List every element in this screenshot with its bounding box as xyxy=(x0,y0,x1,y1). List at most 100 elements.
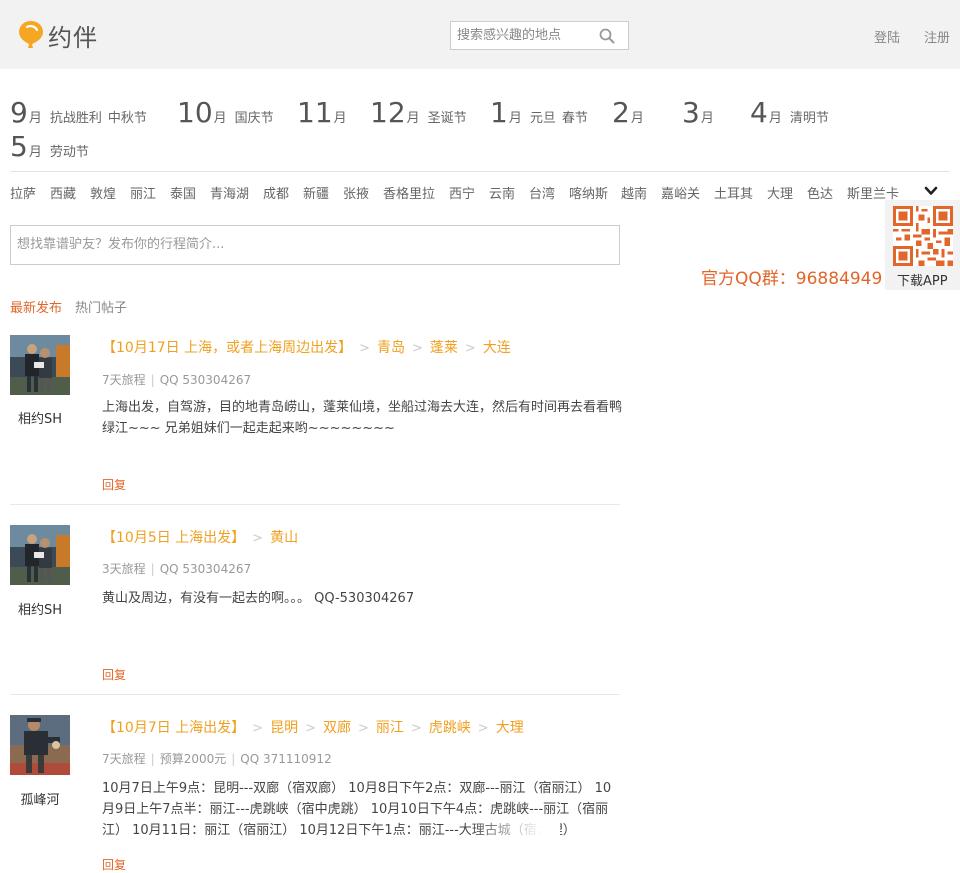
destination-link[interactable]: 嘉峪关 xyxy=(661,183,700,202)
reply-button[interactable]: 回复 xyxy=(102,476,126,493)
chevron-right-icon: > xyxy=(477,721,489,736)
festival-label[interactable]: 劳动节 xyxy=(50,145,89,160)
month-number: 11 xyxy=(297,96,333,129)
trip-meta: 7天旅程 | QQ 530304267 xyxy=(102,371,251,388)
destination-link[interactable]: 敦煌 xyxy=(90,183,116,202)
chevron-right-icon: > xyxy=(464,341,476,356)
chevron-down-icon[interactable] xyxy=(924,184,938,198)
route-stop: 黄山 xyxy=(270,530,299,546)
official-qq-group: 官方QQ群：96884949 xyxy=(701,269,883,289)
destination-link[interactable]: 越南 xyxy=(621,183,647,202)
trip-qq: QQ 371110912 xyxy=(240,752,332,766)
username[interactable]: 相约SH xyxy=(10,599,70,618)
trip-post: 孤峰河 【10月7日 上海出发】 > 昆明 > 双廊 > 丽江 > 虎跳峡 > 大理 7天旅程 | 预算… xyxy=(10,715,620,873)
search-icon[interactable] xyxy=(599,28,615,44)
trip-route[interactable]: 【10月7日 上海出发】 > 昆明 > 双廊 > 丽江 > 虎跳峡 > 大理 xyxy=(102,717,524,737)
destination-link[interactable]: 色达 xyxy=(807,183,833,202)
logo[interactable]: 约伴 xyxy=(18,19,98,52)
trip-meta: 7天旅程 | 预算2000元 | QQ 371110912 xyxy=(102,750,332,767)
trip-qq: QQ 530304267 xyxy=(159,562,252,576)
festival-label[interactable]: 国庆节 xyxy=(235,111,274,126)
festival-label[interactable]: 中秋节 xyxy=(108,111,147,126)
month-item-1[interactable]: 1月 元旦 春节 xyxy=(490,96,588,129)
trip-qq: QQ 530304267 xyxy=(159,373,252,387)
route-stop: 虎跳峡 xyxy=(428,720,471,736)
download-app-widget[interactable]: 下载APP xyxy=(885,200,960,290)
reply-button[interactable]: 回复 xyxy=(102,856,126,873)
destination-link[interactable]: 泰国 xyxy=(170,183,196,202)
username[interactable]: 相约SH xyxy=(10,408,70,427)
festival-label[interactable]: 抗战胜利 xyxy=(50,111,102,126)
search-input[interactable] xyxy=(451,22,596,49)
post-trip-input[interactable] xyxy=(11,226,619,264)
download-app-label: 下载APP xyxy=(897,274,948,289)
route-stop: 大连 xyxy=(482,340,511,356)
festival-label[interactable]: 清明节 xyxy=(790,111,829,126)
destination-link[interactable]: 喀纳斯 xyxy=(569,183,608,202)
search-box xyxy=(450,21,629,50)
tab-hot[interactable]: 热门帖子 xyxy=(75,297,127,316)
trip-route[interactable]: 【10月17日 上海，或者上海周边出发】 > 青岛 > 蓬莱 > 大连 xyxy=(102,337,511,357)
month-number: 2 xyxy=(612,96,630,129)
chevron-right-icon: > xyxy=(305,721,316,736)
destination-link[interactable]: 云南 xyxy=(489,183,515,202)
destination-link[interactable]: 拉萨 xyxy=(10,183,36,202)
meta-divider: | xyxy=(150,373,155,387)
destination-link[interactable]: 成都 xyxy=(263,183,289,202)
chevron-right-icon: > xyxy=(252,531,264,546)
festival-label[interactable]: 元旦 xyxy=(530,111,556,126)
trip-duration: 7天旅程 xyxy=(102,373,146,387)
trip-duration: 7天旅程 xyxy=(102,752,146,766)
destination-link[interactable]: 台湾 xyxy=(529,183,555,202)
avatar[interactable] xyxy=(10,715,70,775)
trip-description: 黄山及周边，有没有一起去的啊。。。 QQ-530304267 xyxy=(102,591,415,606)
avatar[interactable] xyxy=(10,335,70,395)
meta-divider: | xyxy=(150,562,155,576)
trip-description: 上海出发，自驾游，目的地青岛崂山，蓬莱仙境，坐船过海去大连，然后有时间再去看看鸭… xyxy=(102,400,623,436)
login-link[interactable]: 登陆 xyxy=(874,27,900,46)
chevron-right-icon: > xyxy=(357,721,369,736)
month-item-10[interactable]: 10月 国庆节 xyxy=(177,96,274,129)
month-item-3[interactable]: 3月 xyxy=(682,96,714,129)
month-item-12[interactable]: 12月 圣诞节 xyxy=(370,96,467,129)
trip-route[interactable]: 【10月5日 上海出发】 > 黄山 xyxy=(102,527,298,547)
post-divider xyxy=(10,694,620,695)
route-stop: 大理 xyxy=(495,720,524,736)
month-unit: 月 xyxy=(508,111,522,126)
month-item-5[interactable]: 5月 劳动节 xyxy=(10,130,89,163)
destination-link[interactable]: 香格里拉 xyxy=(383,183,435,202)
month-item-11[interactable]: 11月 xyxy=(297,96,347,129)
destination-link[interactable]: 新疆 xyxy=(303,183,329,202)
month-number: 9 xyxy=(10,96,28,129)
destination-link[interactable]: 青海湖 xyxy=(210,183,249,202)
username[interactable]: 孤峰河 xyxy=(10,789,70,808)
post-divider xyxy=(10,504,620,505)
month-unit: 月 xyxy=(28,111,42,126)
month-item-9[interactable]: 9月 抗战胜利 中秋节 xyxy=(10,96,147,129)
month-unit: 月 xyxy=(768,111,782,126)
month-number: 12 xyxy=(370,96,406,129)
festival-label[interactable]: 圣诞节 xyxy=(428,111,467,126)
festival-label[interactable]: 春节 xyxy=(562,111,588,126)
post-trip-box xyxy=(10,225,620,265)
register-link[interactable]: 注册 xyxy=(924,27,950,46)
balloon-logo-icon xyxy=(19,21,43,48)
destination-link[interactable]: 西藏 xyxy=(50,183,76,202)
route-stop: 丽江 xyxy=(375,720,404,736)
month-number: 5 xyxy=(10,130,28,163)
month-item-4[interactable]: 4月 清明节 xyxy=(750,96,829,129)
reply-button[interactable]: 回复 xyxy=(102,666,126,683)
route-stop: 双廊 xyxy=(322,720,351,736)
tab-latest[interactable]: 最新发布 xyxy=(10,297,62,316)
route-start: 【10月5日 上海出发】 xyxy=(102,530,246,546)
qr-code-icon xyxy=(893,206,953,266)
destination-link[interactable]: 丽江 xyxy=(130,183,156,202)
month-item-2[interactable]: 2月 xyxy=(612,96,644,129)
chevron-right-icon: > xyxy=(412,341,423,356)
destination-link[interactable]: 土耳其 xyxy=(714,183,753,202)
destination-link[interactable]: 张掖 xyxy=(343,183,369,202)
avatar[interactable] xyxy=(10,525,70,585)
destination-link[interactable]: 西宁 xyxy=(449,183,475,202)
destination-link[interactable]: 大理 xyxy=(767,183,793,202)
month-unit: 月 xyxy=(28,145,42,160)
